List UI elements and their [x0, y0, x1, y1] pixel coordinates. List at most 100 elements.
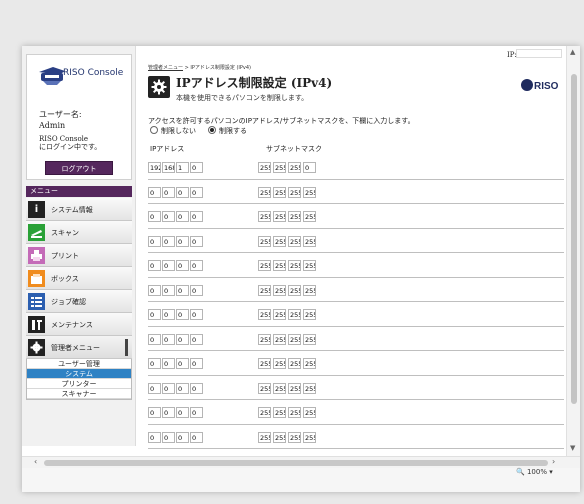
subnet-mask-octet-input[interactable]: 255	[258, 431, 271, 443]
subnet-mask-octet-input[interactable]: 255	[288, 382, 301, 394]
horizontal-scrollbar[interactable]: ‹ ›	[22, 456, 580, 468]
menu-item-system-info[interactable]: i システム情報	[26, 198, 132, 221]
ip-octet-input[interactable]: 0	[148, 211, 161, 222]
ip-octet-input[interactable]: 0	[190, 431, 203, 443]
ip-octet-input[interactable]: 0	[162, 284, 175, 296]
menu-item-print[interactable]: プリント	[26, 244, 132, 267]
scroll-left-icon[interactable]: ‹	[34, 457, 37, 466]
ip-octet-input[interactable]: 0	[162, 431, 175, 443]
subnet-mask-octet-input[interactable]: 255	[273, 431, 286, 443]
subnet-mask-octet-input[interactable]: 255	[288, 309, 301, 320]
ip-octet-input[interactable]: 0	[162, 309, 175, 320]
subnet-mask-octet-input[interactable]: 255	[258, 407, 271, 418]
ip-octet-input[interactable]: 0	[162, 235, 175, 247]
subnet-mask-octet-input[interactable]: 255	[288, 260, 301, 271]
ip-octet-input[interactable]: 192	[148, 162, 161, 173]
ip-octet-input[interactable]: 0	[176, 186, 189, 198]
subnet-mask-octet-input[interactable]: 255	[258, 309, 271, 320]
ip-octet-input[interactable]: 0	[148, 235, 161, 247]
subnet-mask-octet-input[interactable]: 255	[273, 309, 286, 320]
subnet-mask-octet-input[interactable]: 255	[303, 382, 316, 394]
subnet-mask-octet-input[interactable]: 255	[273, 260, 286, 271]
submenu-item-scanner[interactable]: スキャナー	[27, 389, 131, 399]
ip-octet-input[interactable]: 0	[176, 333, 189, 345]
radio-no-restriction[interactable]: 制限しない	[150, 126, 196, 136]
subnet-mask-octet-input[interactable]: 255	[258, 211, 271, 222]
ip-octet-input[interactable]: 0	[176, 284, 189, 296]
subnet-mask-octet-input[interactable]: 255	[288, 358, 301, 369]
subnet-mask-octet-input[interactable]: 255	[258, 162, 271, 173]
ip-octet-input[interactable]: 0	[176, 358, 189, 369]
subnet-mask-octet-input[interactable]: 255	[288, 186, 301, 198]
ip-octet-input[interactable]: 0	[148, 407, 161, 418]
ip-octet-input[interactable]: 0	[190, 358, 203, 369]
subnet-mask-octet-input[interactable]: 255	[273, 358, 286, 369]
menu-item-job-list[interactable]: ジョブ確認	[26, 290, 132, 313]
ip-octet-input[interactable]: 0	[176, 235, 189, 247]
ip-octet-input[interactable]: 0	[148, 186, 161, 198]
subnet-mask-octet-input[interactable]: 255	[273, 382, 286, 394]
ip-octet-input[interactable]: 0	[162, 382, 175, 394]
radio-button[interactable]	[208, 126, 216, 134]
ip-octet-input[interactable]: 0	[148, 309, 161, 320]
ip-octet-input[interactable]: 0	[190, 407, 203, 418]
subnet-mask-octet-input[interactable]: 255	[258, 284, 271, 296]
ip-octet-input[interactable]: 0	[162, 211, 175, 222]
subnet-mask-octet-input[interactable]: 255	[258, 186, 271, 198]
scroll-right-icon[interactable]: ›	[552, 457, 555, 466]
ip-octet-input[interactable]: 0	[176, 260, 189, 271]
ip-octet-input[interactable]: 0	[176, 407, 189, 418]
subnet-mask-octet-input[interactable]: 255	[288, 162, 301, 173]
subnet-mask-octet-input[interactable]: 255	[258, 333, 271, 345]
ip-octet-input[interactable]: 0	[190, 382, 203, 394]
submenu-item-system[interactable]: システム	[27, 369, 131, 379]
ip-octet-input[interactable]: 0	[162, 186, 175, 198]
zoom-control[interactable]: 🔍 100% ▾	[516, 468, 553, 476]
radio-restrict[interactable]: 制限する	[208, 126, 247, 136]
subnet-mask-octet-input[interactable]: 255	[303, 211, 316, 222]
ip-octet-input[interactable]: 0	[190, 162, 203, 173]
ip-octet-input[interactable]: 0	[162, 260, 175, 271]
subnet-mask-octet-input[interactable]: 255	[288, 211, 301, 222]
scrollbar-thumb[interactable]	[571, 74, 577, 404]
subnet-mask-octet-input[interactable]: 255	[303, 407, 316, 418]
subnet-mask-octet-input[interactable]: 255	[273, 333, 286, 345]
ip-octet-input[interactable]: 0	[190, 284, 203, 296]
subnet-mask-octet-input[interactable]: 255	[258, 382, 271, 394]
ip-octet-input[interactable]: 0	[176, 431, 189, 443]
subnet-mask-octet-input[interactable]: 255	[273, 407, 286, 418]
subnet-mask-octet-input[interactable]: 255	[288, 235, 301, 247]
ip-octet-input[interactable]: 0	[190, 309, 203, 320]
radio-button[interactable]	[150, 126, 158, 134]
ip-octet-input[interactable]: 0	[148, 431, 161, 443]
subnet-mask-octet-input[interactable]: 255	[273, 235, 286, 247]
ip-octet-input[interactable]: 0	[190, 333, 203, 345]
ip-octet-input[interactable]: 0	[190, 211, 203, 222]
subnet-mask-octet-input[interactable]: 255	[273, 186, 286, 198]
subnet-mask-octet-input[interactable]: 255	[288, 431, 301, 443]
subnet-mask-octet-input[interactable]: 255	[273, 211, 286, 222]
subnet-mask-octet-input[interactable]: 255	[273, 162, 286, 173]
subnet-mask-octet-input[interactable]: 255	[258, 235, 271, 247]
subnet-mask-octet-input[interactable]: 255	[303, 358, 316, 369]
subnet-mask-octet-input[interactable]: 0	[303, 162, 316, 173]
ip-octet-input[interactable]: 0	[176, 309, 189, 320]
subnet-mask-octet-input[interactable]: 255	[303, 235, 316, 247]
ip-octet-input[interactable]: 0	[162, 333, 175, 345]
menu-item-admin-menu[interactable]: 管理者メニュー	[26, 336, 132, 359]
subnet-mask-octet-input[interactable]: 255	[288, 284, 301, 296]
scroll-down-icon[interactable]: ▼	[570, 444, 575, 452]
subnet-mask-octet-input[interactable]: 255	[288, 407, 301, 418]
breadcrumb-link-admin-menu[interactable]: 管理者メニュー	[148, 65, 183, 71]
ip-octet-input[interactable]: 0	[148, 333, 161, 345]
subnet-mask-octet-input[interactable]: 255	[303, 284, 316, 296]
ip-octet-input[interactable]: 0	[162, 407, 175, 418]
menu-item-scan[interactable]: スキャン	[26, 221, 132, 244]
vertical-scrollbar[interactable]: ▲ ▼	[566, 46, 580, 456]
menu-item-box[interactable]: ボックス	[26, 267, 132, 290]
submenu-item-user-management[interactable]: ユーザー管理	[27, 359, 131, 369]
subnet-mask-octet-input[interactable]: 255	[303, 260, 316, 271]
ip-octet-input[interactable]: 0	[162, 358, 175, 369]
ip-octet-input[interactable]: 0	[148, 284, 161, 296]
submenu-item-printer[interactable]: プリンター	[27, 379, 131, 389]
